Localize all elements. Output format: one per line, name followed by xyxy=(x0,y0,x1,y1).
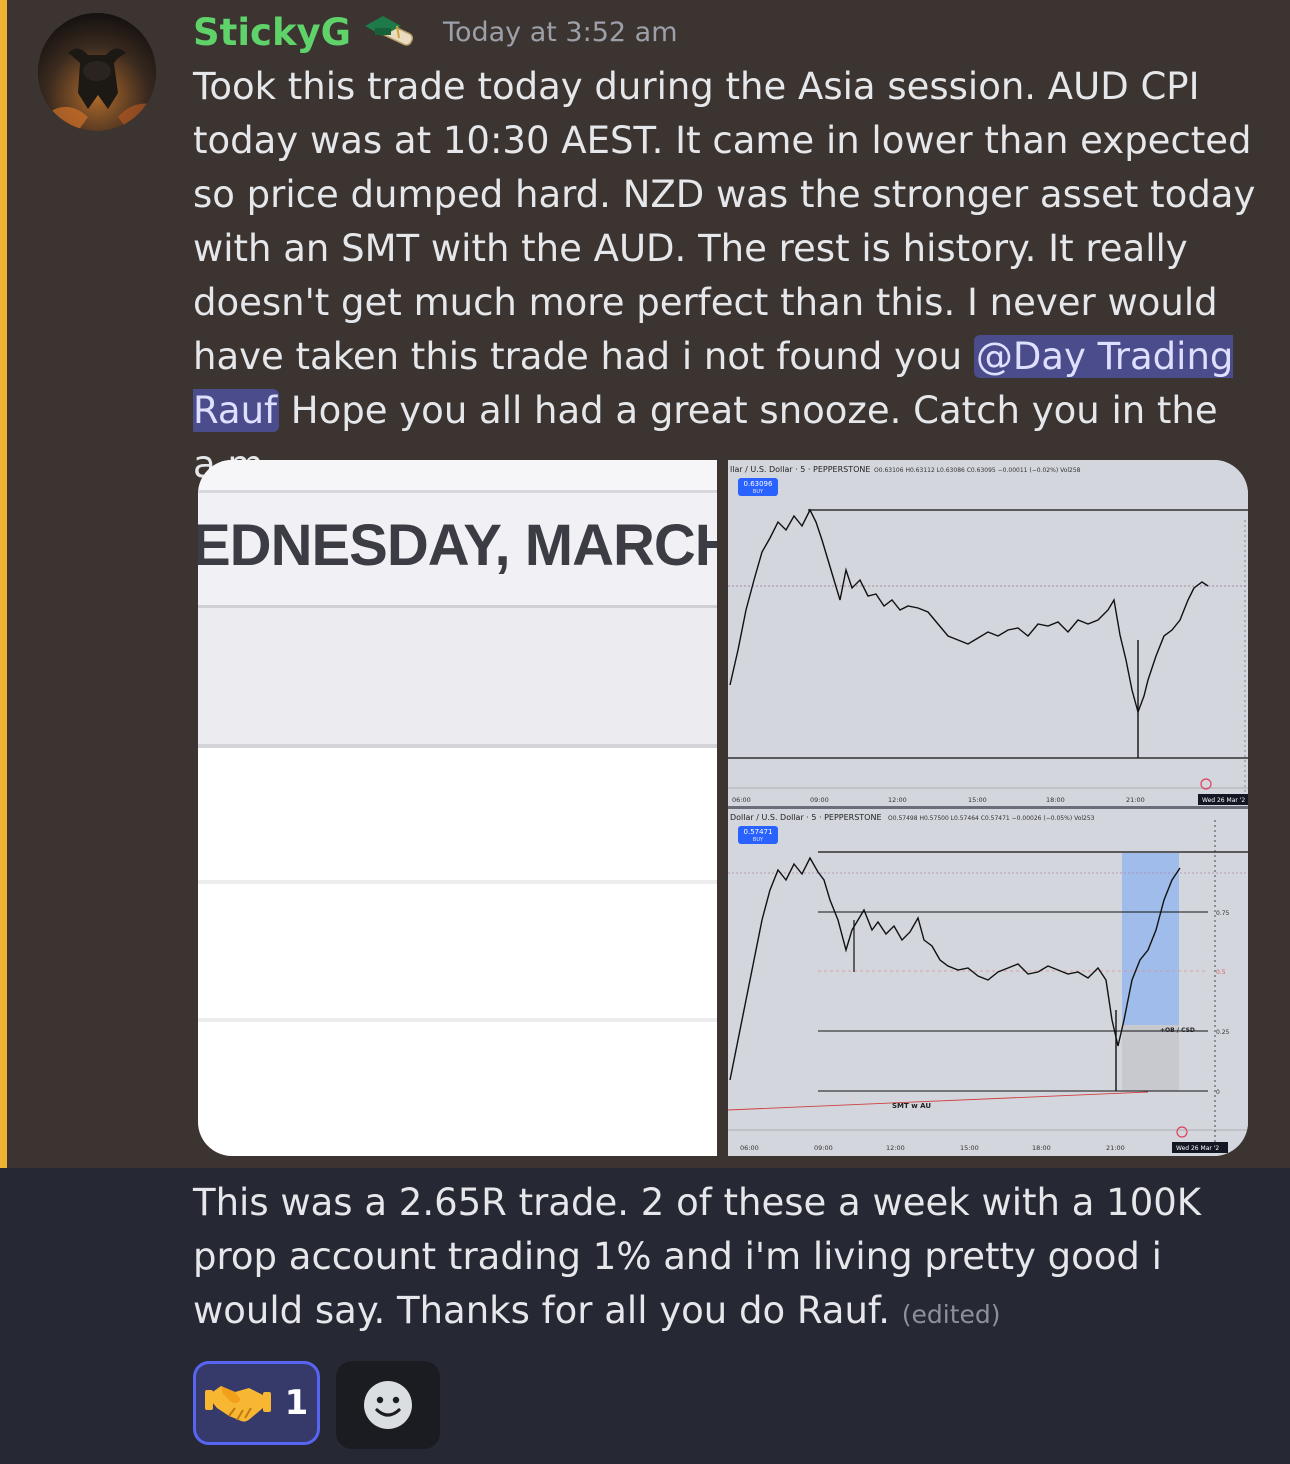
bottom-date-tag: Wed 26 Mar '2 xyxy=(1176,1145,1219,1152)
top-x-tick: 09:00 xyxy=(810,796,829,804)
top-x-tick: 21:00 xyxy=(1126,796,1145,804)
top-x-tick: 18:00 xyxy=(1046,796,1065,804)
bottom-price-tag: 0.57471 xyxy=(744,828,773,836)
ob-csd-label: +OB / CSD xyxy=(1160,1027,1195,1034)
top-x-tick: 15:00 xyxy=(968,796,987,804)
smt-label: SMT w AU xyxy=(892,1102,931,1110)
top-x-tick: 06:00 xyxy=(732,796,751,804)
edited-label: (edited) xyxy=(901,1300,1001,1329)
price-chart-graphic: 0.63096 BUY llar / U.S. Dollar · 5 · PEP… xyxy=(728,460,1248,1156)
reaction-count: 1 xyxy=(284,1383,309,1423)
top-x-tick: 12:00 xyxy=(888,796,907,804)
bottom-x-tick: 09:00 xyxy=(814,1144,833,1152)
timestamp: Today at 3:52 am xyxy=(443,16,678,48)
message-header: StickyG Today at 3:52 am xyxy=(193,8,678,56)
bottom-symbol: Dollar / U.S. Dollar · 5 · PEPPERSTONE xyxy=(730,813,882,822)
calendar-screenshot-attachment[interactable]: EDNESDAY, MARCH xyxy=(198,460,717,1156)
fib-level: 0.25 xyxy=(1216,1029,1230,1036)
bottom-price-tag-sub: BUY xyxy=(753,837,764,843)
top-price-tag: 0.63096 xyxy=(744,480,773,488)
day-heading: EDNESDAY, MARCH xyxy=(198,513,717,578)
fib-level: 0.75 xyxy=(1216,910,1230,917)
graduation-cap-scroll-icon xyxy=(365,16,414,46)
bottom-x-tick: 12:00 xyxy=(886,1144,905,1152)
bottom-x-tick: 15:00 xyxy=(960,1144,979,1152)
bottom-x-tick: 06:00 xyxy=(740,1144,759,1152)
message-text: Took this trade today during the Asia se… xyxy=(193,65,1256,378)
avatar[interactable] xyxy=(38,13,156,131)
mention-highlight-bar xyxy=(0,0,7,1168)
fib-level: 0.5 xyxy=(1216,969,1226,976)
bottom-x-tick: 21:00 xyxy=(1106,1144,1125,1152)
followup-message: This was a 2.65R trade. 2 of these a wee… xyxy=(193,1176,1263,1342)
top-ohlc: O0.63106 H0.63112 L0.63086 C0.63095 −0.0… xyxy=(874,467,1081,474)
followup-text: This was a 2.65R trade. 2 of these a wee… xyxy=(193,1181,1202,1332)
trading-charts-attachment[interactable]: 0.63096 BUY llar / U.S. Dollar · 5 · PEP… xyxy=(728,460,1248,1156)
add-reaction-button[interactable] xyxy=(336,1361,440,1449)
fib-level: 0 xyxy=(1216,1089,1220,1096)
reaction-handshake[interactable]: 1 xyxy=(193,1361,320,1445)
username[interactable]: StickyG xyxy=(193,11,351,54)
bottom-x-tick: 18:00 xyxy=(1032,1144,1051,1152)
bull-avatar-icon xyxy=(38,13,156,131)
bottom-ohlc: O0.57498 H0.57500 L0.57464 C0.57471 −0.0… xyxy=(888,815,1095,822)
top-price-tag-sub: BUY xyxy=(753,489,764,495)
top-date-tag: Wed 26 Mar '2 xyxy=(1202,797,1245,804)
top-symbol: llar / U.S. Dollar · 5 · PEPPERSTONE xyxy=(730,465,870,474)
handshake-icon xyxy=(204,1386,271,1422)
message-body: Took this trade today during the Asia se… xyxy=(193,60,1263,492)
smiley-add-reaction-icon xyxy=(364,1381,412,1429)
